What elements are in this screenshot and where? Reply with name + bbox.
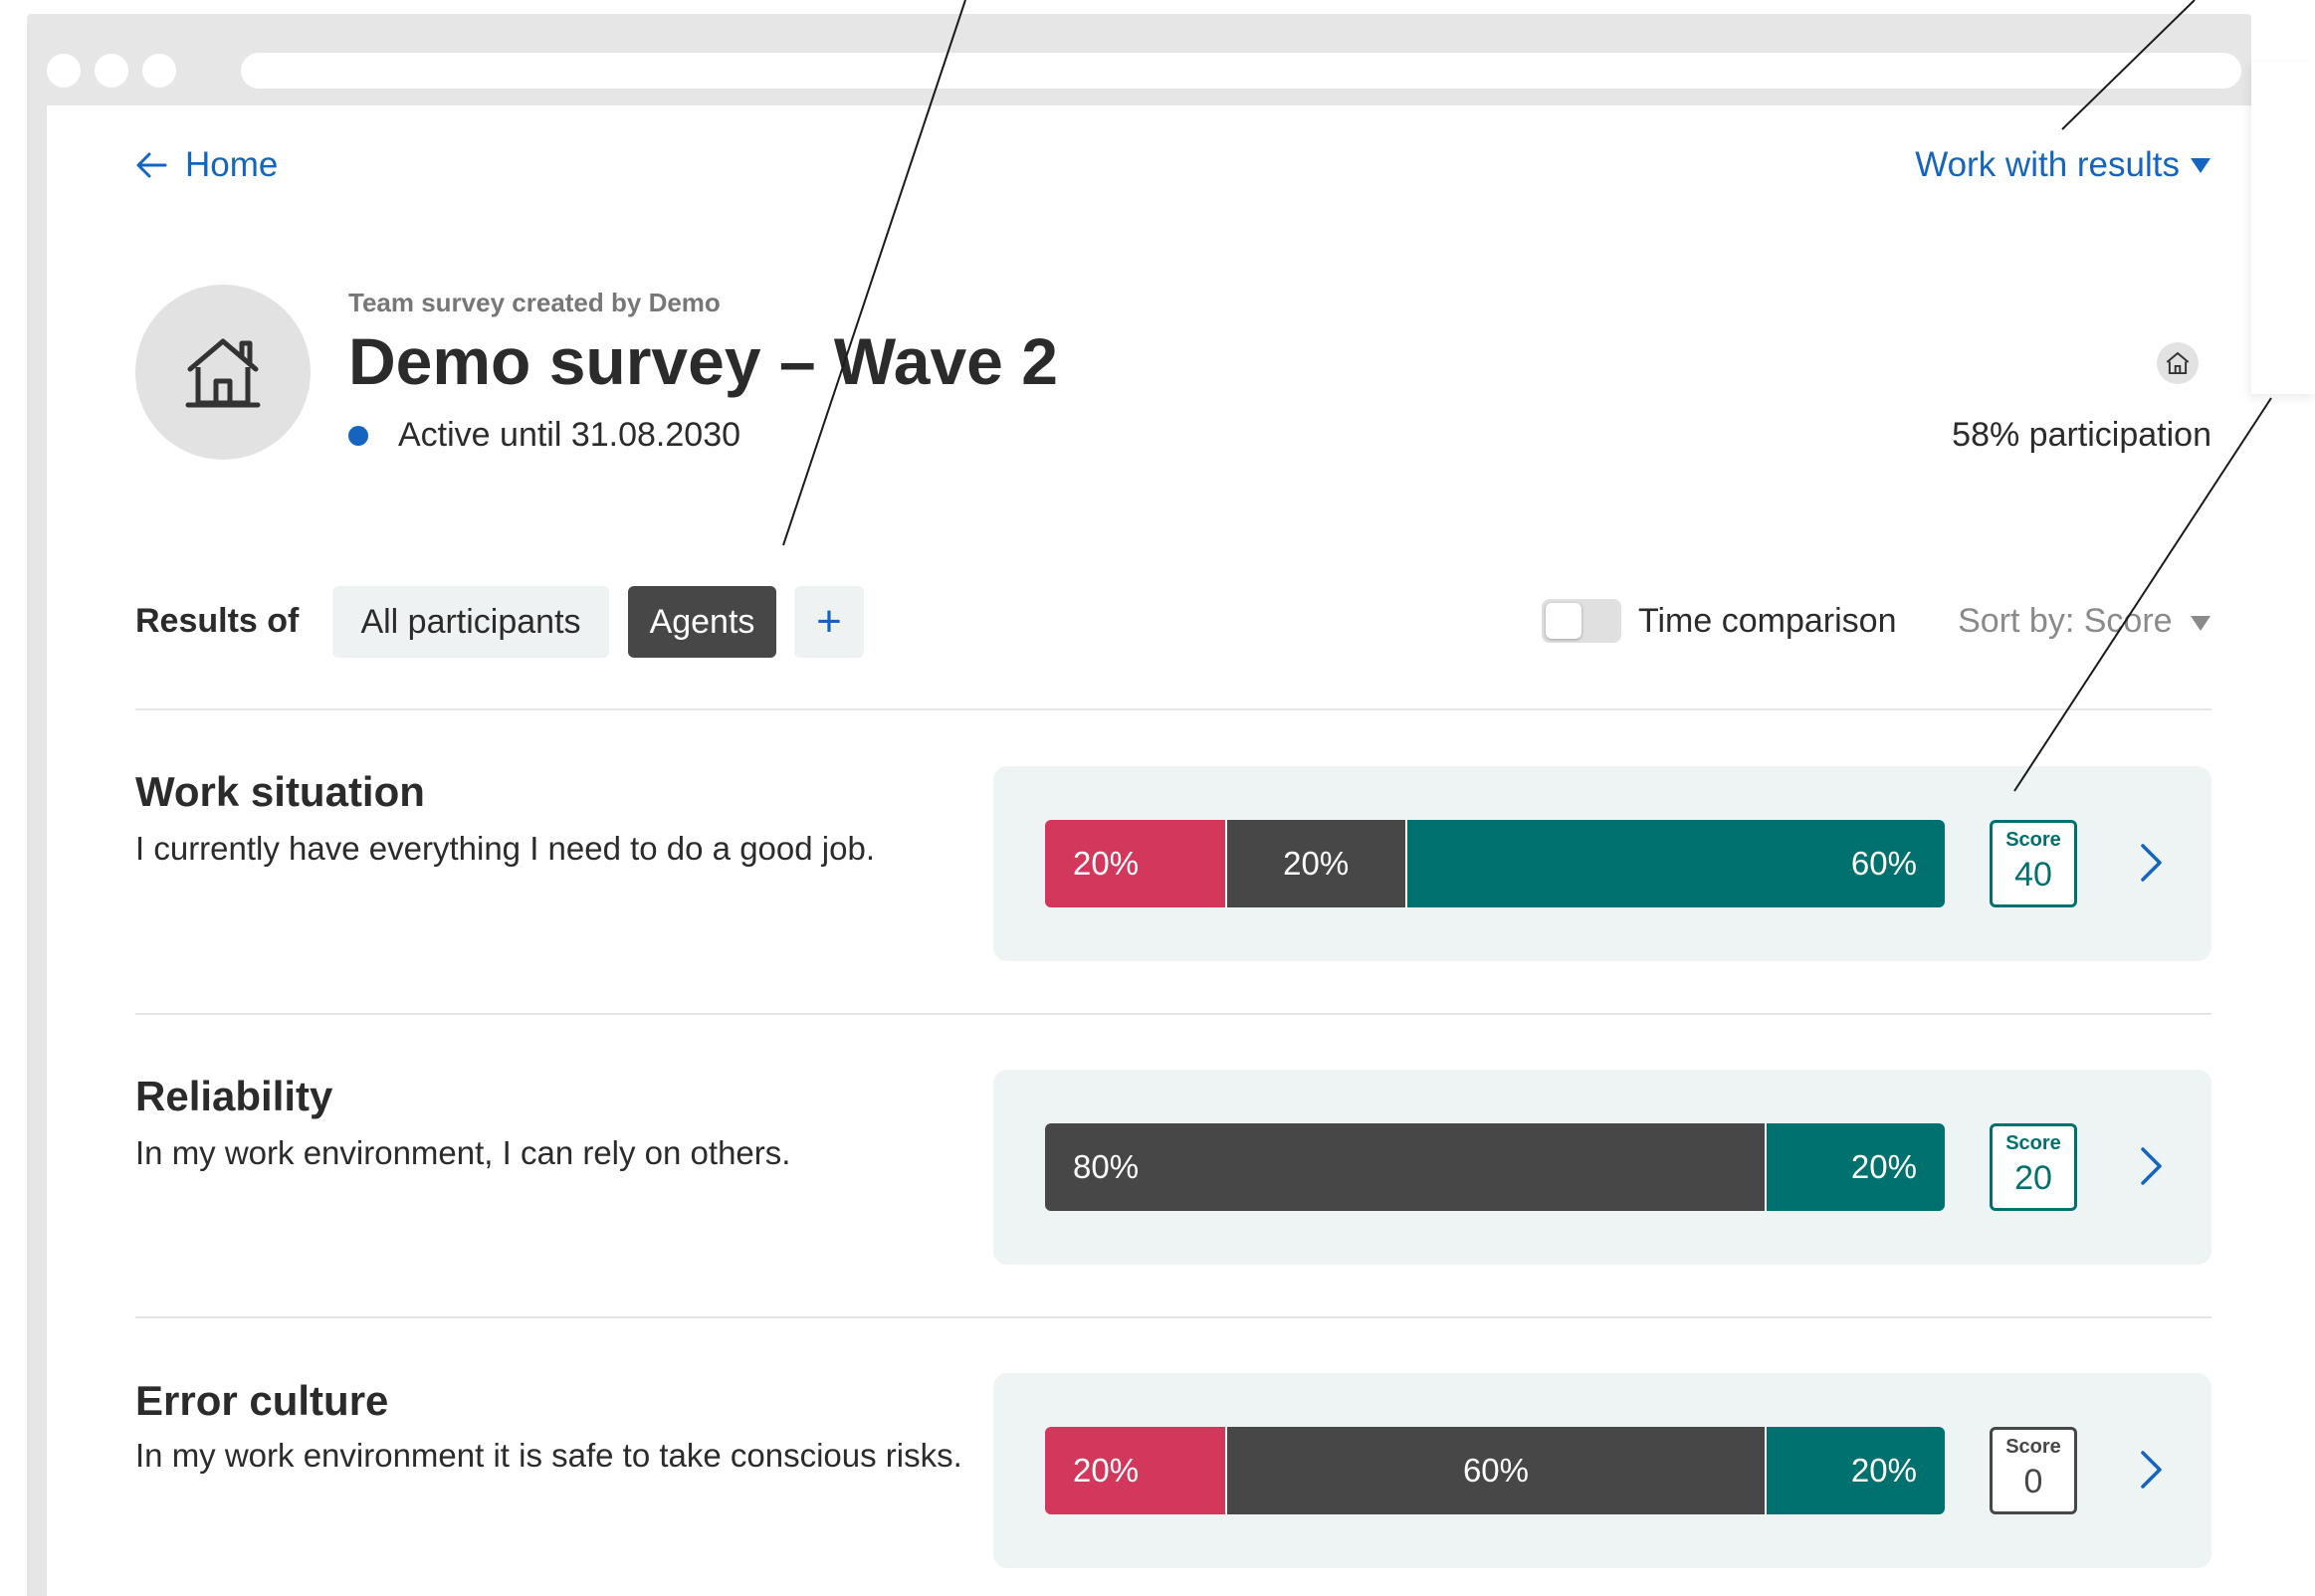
filter-chip-all-participants[interactable]: All participants: [332, 586, 609, 658]
address-bar[interactable]: [241, 53, 2241, 89]
distribution-bar: 20% 20% 60%: [1045, 820, 1945, 907]
question-title: Reliability: [135, 1073, 333, 1119]
home-link-label: Home: [185, 145, 279, 184]
home-link[interactable]: Home: [135, 145, 278, 185]
filter-chip-agents[interactable]: Agents: [628, 586, 776, 658]
time-comparison-label: Time comparison: [1638, 602, 1897, 640]
window-control-dot[interactable]: [95, 54, 128, 88]
distribution-bar: 20% 60% 20%: [1045, 1427, 1945, 1514]
bar-segment-positive: 60%: [1404, 820, 1945, 907]
window-control-dot[interactable]: [142, 54, 176, 88]
score-badge: Score 0: [1990, 1427, 2077, 1514]
caret-down-icon: [2191, 158, 2210, 173]
question-title: Error culture: [135, 1377, 389, 1424]
survey-avatar: [135, 285, 311, 460]
score-value: 40: [2014, 856, 2052, 894]
caret-down-icon: [2191, 616, 2210, 631]
participation-rate: 58% participation: [1952, 416, 2211, 454]
question-text: In my work environment it is safe to tak…: [135, 1437, 962, 1474]
status-dot: [348, 425, 368, 446]
bar-segment-positive: 20%: [1765, 1123, 1945, 1211]
work-with-results-menu[interactable]: Work with results: [1915, 145, 2211, 185]
arrow-left-icon: [136, 152, 167, 178]
bar-segment-neutral: 80%: [1045, 1123, 1766, 1211]
question-result-panel: 20% 20% 60% Score 40: [993, 766, 2211, 961]
question-result-panel: 20% 60% 20% Score 0: [993, 1373, 2211, 1568]
question-text: I currently have everything I need to do…: [135, 830, 875, 867]
score-badge: Score 20: [1990, 1123, 2077, 1211]
divider: [135, 1013, 2211, 1015]
sort-dropdown[interactable]: Sort by: Score: [1958, 602, 2211, 641]
toggle-knob: [1546, 603, 1581, 639]
question-result-panel: 80% 20% Score 20: [993, 1070, 2211, 1265]
chevron-right-icon[interactable]: [2126, 1141, 2176, 1191]
score-value: 0: [2023, 1463, 2043, 1500]
callout-box: [2251, 62, 2315, 394]
sort-label: Sort by: Score: [1958, 602, 2173, 640]
time-comparison-toggle[interactable]: [1542, 599, 1621, 643]
house-icon: [185, 338, 261, 408]
window-control-dot[interactable]: [47, 54, 81, 88]
bar-segment-neutral: 60%: [1224, 1427, 1766, 1514]
chevron-right-icon[interactable]: [2126, 1445, 2176, 1495]
chevron-right-icon[interactable]: [2126, 838, 2176, 888]
bar-segment-negative: 20%: [1045, 1427, 1225, 1514]
bar-segment-negative: 20%: [1045, 820, 1225, 907]
bar-segment-positive: 20%: [1765, 1427, 1945, 1514]
results-of-label: Results of: [135, 602, 300, 640]
divider: [135, 1316, 2211, 1318]
survey-house-badge: [2157, 342, 2199, 384]
question-text: In my work environment, I can rely on ot…: [135, 1134, 791, 1171]
score-badge: Score 40: [1990, 820, 2077, 907]
survey-status: Active until 31.08.2030: [348, 416, 740, 455]
score-label: Score: [2005, 829, 2061, 851]
page-title: Demo survey – Wave 2: [348, 324, 1058, 398]
distribution-bar: 80% 20%: [1045, 1123, 1945, 1211]
add-filter-button[interactable]: +: [794, 586, 864, 658]
score-value: 20: [2014, 1159, 2052, 1197]
question-title: Work situation: [135, 768, 425, 815]
score-label: Score: [2005, 1132, 2061, 1154]
bar-segment-neutral: 20%: [1224, 820, 1405, 907]
score-label: Score: [2005, 1436, 2061, 1458]
divider: [135, 708, 2211, 710]
work-with-results-label: Work with results: [1915, 145, 2180, 184]
status-text: Active until 31.08.2030: [398, 416, 741, 454]
survey-subtitle: Team survey created by Demo: [348, 288, 721, 317]
house-icon: [2166, 351, 2190, 375]
